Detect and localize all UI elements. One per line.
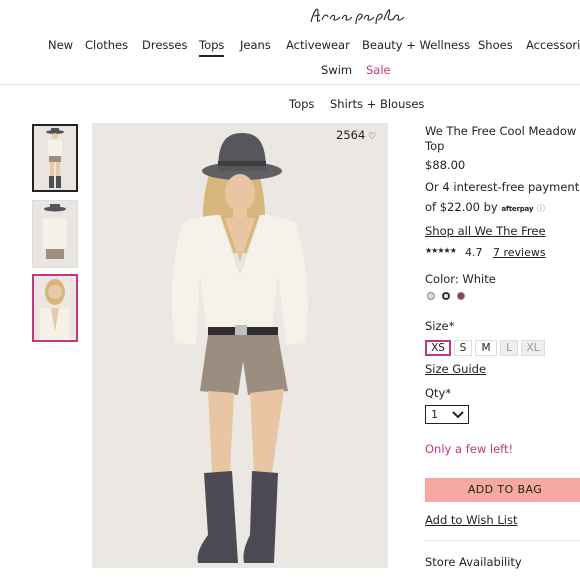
likes-number: 2564	[336, 128, 366, 142]
likes-count[interactable]: 2564 ♡	[336, 128, 376, 142]
free-people-logo[interactable]	[0, 2, 580, 28]
nav-tops[interactable]: Tops	[199, 38, 225, 57]
nav-activewear[interactable]: Activewear	[286, 38, 350, 52]
size-l-button[interactable]: L	[500, 340, 518, 356]
size-s-button[interactable]: S	[454, 340, 472, 356]
chevron-down-icon	[452, 411, 464, 419]
product-title-line1: We The Free Cool Meadow	[425, 124, 577, 138]
thumbnail-1[interactable]	[32, 124, 78, 192]
color-swatch-grey[interactable]	[427, 292, 435, 300]
nav-swim[interactable]: Swim	[321, 63, 352, 77]
info-icon[interactable]: ⓘ	[537, 204, 545, 213]
installment-amount: of $22.00 by afterpay ⓘ	[425, 200, 545, 214]
nav-new[interactable]: New	[48, 38, 73, 52]
thumbnail-3[interactable]	[32, 274, 78, 342]
rating-value: 4.7	[465, 246, 483, 259]
size-label: Size*	[425, 319, 455, 333]
nav-shoes[interactable]: Shoes	[478, 38, 513, 52]
store-divider	[425, 540, 580, 541]
add-to-bag-button[interactable]: ADD TO BAG	[425, 478, 580, 502]
color-swatch-white[interactable]	[442, 292, 450, 300]
product-title-line2: Top	[425, 139, 445, 153]
stock-note: Only a few left!	[425, 442, 514, 456]
qty-value: 1	[431, 408, 438, 421]
thumbnail-2[interactable]	[32, 200, 78, 268]
header-divider	[0, 84, 580, 85]
qty-label: Qty*	[425, 386, 452, 400]
product-main-image[interactable]	[92, 123, 388, 568]
color-label: Color: White	[425, 272, 496, 286]
size-xs-button[interactable]: XS	[425, 340, 451, 356]
installment-amount-text: of $22.00 by	[425, 200, 498, 214]
nav-jeans[interactable]: Jeans	[240, 38, 271, 52]
nav-beauty-wellness[interactable]: Beauty + Wellness	[362, 38, 470, 52]
afterpay-logo: afterpay	[501, 205, 534, 213]
qty-select[interactable]: 1	[425, 405, 469, 424]
installment-text: Or 4 interest-free payments	[425, 180, 580, 194]
shop-all-link[interactable]: Shop all We The Free	[425, 224, 546, 238]
star-rating-icon: ★★★★★	[425, 246, 457, 255]
size-m-button[interactable]: M	[475, 340, 497, 356]
reviews-link[interactable]: 7 reviews	[493, 246, 546, 259]
breadcrumb-tops[interactable]: Tops	[289, 97, 314, 111]
add-to-wishlist-link[interactable]: Add to Wish List	[425, 513, 517, 527]
nav-clothes[interactable]: Clothes	[85, 38, 128, 52]
breadcrumb-shirts-blouses[interactable]: Shirts + Blouses	[330, 97, 424, 111]
nav-accessories[interactable]: Accessori	[526, 38, 580, 52]
nav-dresses[interactable]: Dresses	[142, 38, 187, 52]
main-nav: New Clothes Dresses Tops Jeans Activewea…	[0, 38, 580, 57]
heart-icon[interactable]: ♡	[365, 132, 376, 142]
product-price: $88.00	[425, 158, 466, 172]
product-title: We The Free Cool Meadow Top	[425, 124, 576, 154]
nav-sale[interactable]: Sale	[366, 63, 391, 77]
size-guide-link[interactable]: Size Guide	[425, 362, 486, 376]
color-swatch-plum[interactable]	[457, 292, 465, 300]
store-availability[interactable]: Store Availability	[425, 555, 522, 569]
size-xl-button[interactable]: XL	[521, 340, 545, 356]
